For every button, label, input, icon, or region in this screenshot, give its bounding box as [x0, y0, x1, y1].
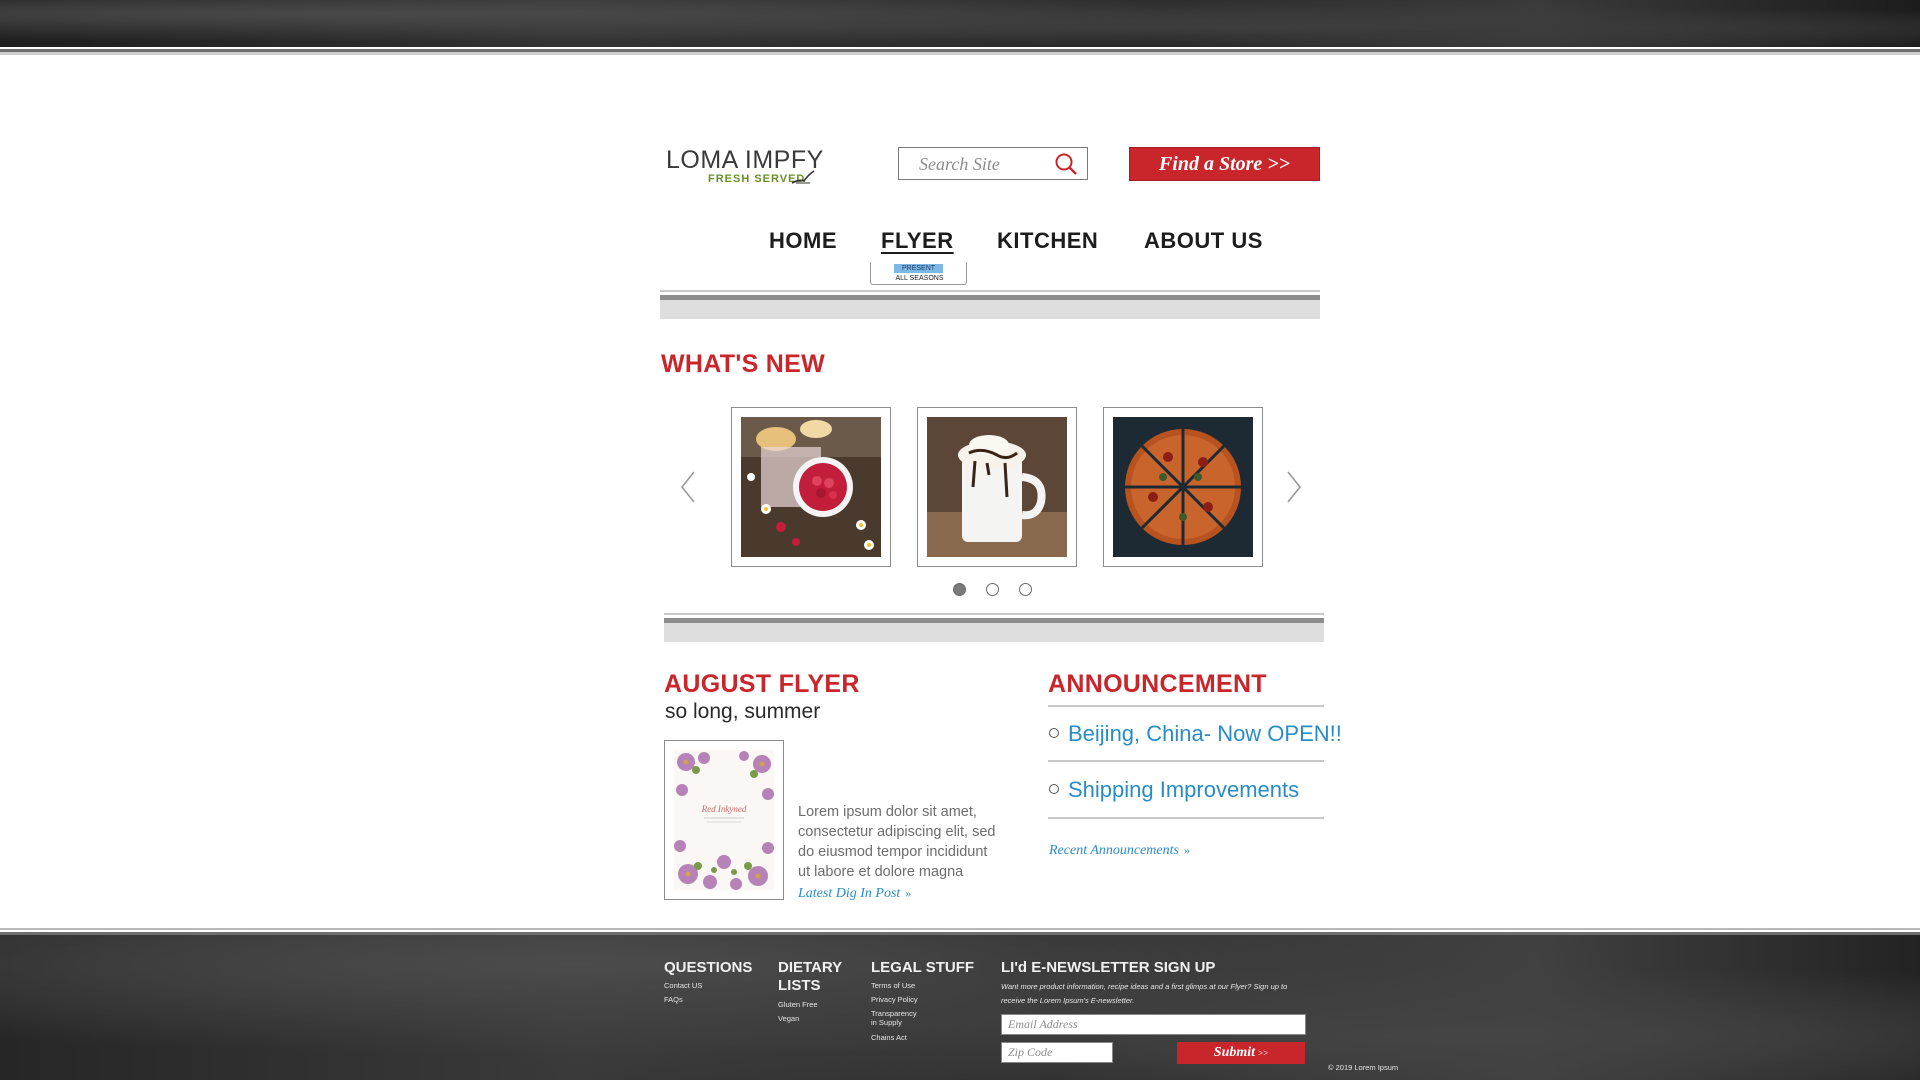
footer-link-transparency[interactable]: Transparency [871, 1009, 917, 1018]
footer-link-terms-of-use[interactable]: Terms of Use [871, 981, 915, 990]
header-divider [0, 47, 1920, 55]
pizza-photo [1113, 417, 1253, 557]
nav-item-home[interactable]: HOME [769, 228, 837, 254]
bullet-icon [1049, 784, 1059, 795]
announcement-item-label: Shipping Improvements [1068, 777, 1300, 802]
submenu-item-all-seasons[interactable]: ALL SEASONS [871, 274, 968, 283]
footer [0, 935, 1920, 1080]
newsletter-email-input[interactable] [1001, 1014, 1306, 1035]
flyer-card-script-text: Red Inkyned [701, 804, 747, 814]
carousel-dot[interactable] [986, 583, 999, 596]
search-icon[interactable] [1053, 152, 1079, 176]
announcement-divider [1048, 760, 1324, 762]
logo[interactable]: LOMA IMPFY FRESH SERVED [666, 146, 826, 190]
carousel-next-arrow-icon[interactable] [1285, 470, 1303, 504]
announcement-title: ANNOUNCEMENT [1048, 670, 1267, 698]
newsletter-title: LI'd E-NEWSLETTER SIGN UP [1001, 959, 1216, 976]
footer-link-faqs[interactable]: FAQs [664, 995, 683, 1004]
flyer-subtitle: so long, summer [665, 700, 821, 723]
footer-link-chains-act[interactable]: Chains Act [871, 1033, 907, 1042]
nav-item-kitchen[interactable]: KITCHEN [997, 228, 1098, 254]
newsletter-description-line: Want more product information, recipe id… [1001, 982, 1288, 991]
newsletter-description: Want more product information, recipe id… [1001, 980, 1311, 1008]
search-input[interactable] [919, 153, 1049, 175]
floral-flyer-image: Red Inkyned [674, 750, 774, 890]
nav-item-flyer[interactable]: FLYER [881, 228, 954, 254]
newsletter-description-line: receive the Lorem Ipsum's E-newsletter. [1001, 996, 1135, 1005]
footer-link-vegan[interactable]: Vegan [778, 1014, 799, 1023]
flyer-thumbnail[interactable]: Red Inkyned [664, 740, 784, 900]
section-divider [664, 613, 1324, 642]
flyer-description-line: ut labore et dolore magna [798, 864, 964, 880]
footer-dietary-title-line1: DIETARY [778, 959, 843, 976]
latest-dig-in-post-label: Latest Dig In Post [798, 886, 901, 901]
double-chevron-right-icon: » [1183, 843, 1190, 857]
recent-announcements-link[interactable]: Recent Announcements » [1049, 843, 1190, 859]
carousel-slide[interactable] [731, 407, 891, 567]
flyer-description: Lorem ipsum dolor sit amet, consectetur … [798, 802, 1003, 882]
site-search [898, 147, 1088, 180]
carousel-dot[interactable] [953, 583, 966, 596]
announcement-item-label: Beijing, China- Now OPEN!! [1068, 721, 1342, 746]
carousel-prev-arrow-icon[interactable] [679, 470, 697, 504]
announcement-divider [1048, 817, 1324, 819]
flyer-description-line: Lorem ipsum dolor sit amet, [798, 804, 977, 820]
whats-new-title: WHAT'S NEW [661, 350, 826, 378]
announcement-divider [1048, 705, 1324, 707]
footer-link-gluten-free[interactable]: Gluten Free [778, 1000, 818, 1009]
announcement-item[interactable]: Shipping Improvements [1049, 777, 1299, 803]
newsletter-zip-input[interactable] [1001, 1042, 1113, 1063]
footer-link-privacy-policy[interactable]: Privacy Policy [871, 995, 918, 1004]
submenu-item-present[interactable]: PRESENT [894, 264, 943, 273]
double-chevron-right-icon: » [905, 886, 912, 900]
copyright-text: © 2019 Lorem Ipsum [1328, 1063, 1399, 1072]
carousel-slide[interactable] [917, 407, 1077, 567]
footer-link-contact-us[interactable]: Contact US [664, 981, 702, 990]
footer-dietary-title-line2: LISTS [778, 977, 821, 994]
nav-item-about-us[interactable]: ABOUT US [1144, 228, 1263, 254]
recent-announcements-label: Recent Announcements [1049, 843, 1179, 858]
carousel-slide[interactable] [1103, 407, 1263, 567]
find-store-button[interactable]: Find a Store >> [1129, 147, 1320, 181]
section-divider [660, 290, 1320, 319]
flyer-description-line: do eiusmod tempor incididunt [798, 844, 988, 860]
august-flyer-title: AUGUST FLYER [664, 670, 860, 698]
footer-link-in-supply[interactable]: in Supply [871, 1018, 902, 1027]
main-nav: HOME FLYER KITCHEN ABOUT US [0, 228, 1920, 258]
bullet-icon [1049, 728, 1059, 739]
submit-label: Submit [1213, 1045, 1256, 1060]
hot-chocolate-photo [927, 417, 1067, 557]
latest-dig-in-post-link[interactable]: Latest Dig In Post » [798, 886, 911, 902]
logo-swoosh-icon [791, 170, 815, 184]
flyer-description-line: consectetur adipiscing elit, sed [798, 824, 996, 840]
footer-legal-title: LEGAL STUFF [871, 959, 975, 976]
header-texture-band [0, 0, 1920, 47]
footer-questions-title: QUESTIONS [664, 959, 753, 976]
raspberries-photo [741, 417, 881, 557]
double-chevron-right-icon: >> [1258, 1048, 1269, 1058]
newsletter-submit-button[interactable]: Submit >> [1177, 1042, 1305, 1064]
flyer-submenu: PRESENT ALL SEASONS [870, 262, 967, 285]
carousel-dot[interactable] [1019, 583, 1032, 596]
announcement-item[interactable]: Beijing, China- Now OPEN!! [1049, 721, 1342, 747]
